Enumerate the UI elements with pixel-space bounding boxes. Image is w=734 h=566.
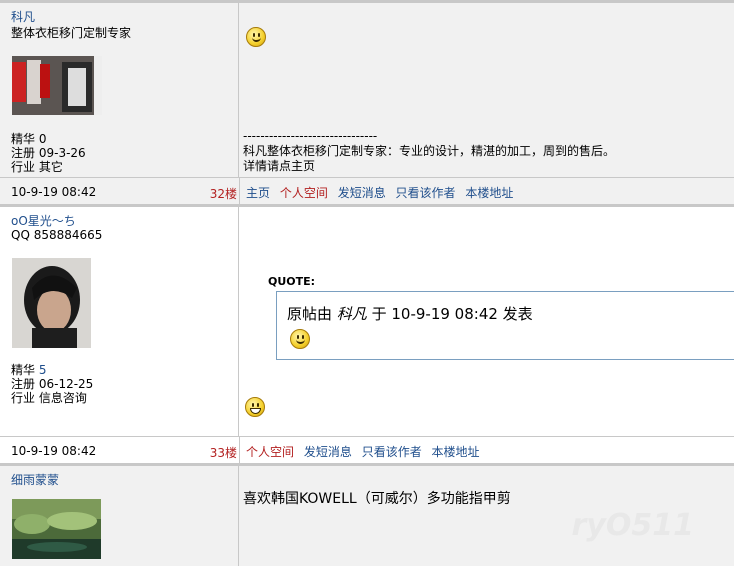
author-title: 整体衣柜移门定制专家 bbox=[11, 26, 132, 40]
post-date: 10-9-19 08:42 bbox=[11, 185, 97, 199]
quote-suffix: 于 10-9-19 08:42 发表 bbox=[371, 305, 533, 323]
quote-prefix: 原帖由 bbox=[287, 305, 333, 323]
floor-number[interactable]: 32楼 bbox=[210, 185, 237, 202]
signature: ------------------------------- 科凡整体衣柜移门… bbox=[243, 129, 615, 174]
send-message-link[interactable]: 发短消息 bbox=[304, 445, 352, 459]
author-panel: oO星光〜ち QQ 858884665 精华 5 注册 06-12-25 行业 … bbox=[0, 207, 239, 436]
post-footer-33: 10-9-19 08:42 33楼 个人空间 发短消息 只看该作者 本楼地址 bbox=[0, 436, 734, 464]
author-name[interactable]: oO星光〜ち bbox=[11, 212, 76, 229]
quote-box: 原帖由 科凡 于 10-9-19 08:42 发表 bbox=[276, 291, 734, 360]
personal-space-link[interactable]: 个人空间 bbox=[280, 186, 328, 200]
avatar[interactable] bbox=[12, 499, 101, 559]
floor-number[interactable]: 33楼 bbox=[210, 444, 237, 461]
quote-text: 原帖由 科凡 于 10-9-19 08:42 发表 bbox=[287, 303, 533, 324]
author-name[interactable]: 细雨蒙蒙 bbox=[11, 471, 59, 488]
post-content: 喜欢韩国KOWELL（可威尔）多功能指甲剪 bbox=[243, 491, 511, 507]
essence-label: 精华 bbox=[11, 132, 36, 146]
floor-address-link[interactable]: 本楼地址 bbox=[432, 445, 480, 459]
post-footer-32: 10-9-19 08:42 32楼 主页 个人空间 发短消息 只看该作者 本楼地… bbox=[0, 177, 734, 205]
author-stats: 精华 5 注册 06-12-25 行业 信息咨询 bbox=[11, 363, 93, 405]
industry-value: 其它 bbox=[38, 160, 63, 174]
post-date: 10-9-19 08:42 bbox=[11, 444, 97, 458]
post-32: 科凡 整体衣柜移门定制专家 精华 0 注册 09-3-26 行业 其它 ----… bbox=[0, 0, 734, 177]
smile-emoticon-icon bbox=[290, 329, 310, 349]
avatar[interactable] bbox=[12, 56, 102, 115]
smile-emoticon-icon bbox=[246, 27, 266, 47]
quote-label: QUOTE: bbox=[268, 275, 316, 288]
register-value: 09-3-26 bbox=[38, 146, 86, 160]
send-message-link[interactable]: 发短消息 bbox=[338, 186, 386, 200]
avatar[interactable] bbox=[12, 258, 91, 348]
register-label: 注册 bbox=[11, 377, 36, 391]
avatar-image bbox=[12, 499, 101, 559]
homepage-link[interactable]: 主页 bbox=[246, 186, 270, 200]
grin-emoticon-icon bbox=[245, 397, 265, 417]
industry-label: 行业 bbox=[11, 391, 36, 405]
floor-address-link[interactable]: 本楼地址 bbox=[465, 186, 513, 200]
author-stats: 精华 0 注册 09-3-26 行业 其它 bbox=[11, 132, 86, 174]
essence-label: 精华 bbox=[11, 363, 36, 377]
essence-value: 0 bbox=[38, 132, 47, 146]
only-author-link[interactable]: 只看该作者 bbox=[396, 186, 456, 200]
essence-value[interactable]: 5 bbox=[39, 363, 47, 377]
author-name[interactable]: 科凡 bbox=[11, 8, 35, 25]
register-value: 06-12-25 bbox=[38, 377, 94, 391]
industry-value: 信息咨询 bbox=[38, 391, 87, 405]
quote-author: 科凡 bbox=[336, 305, 367, 323]
site-watermark: ryO511 bbox=[571, 508, 694, 543]
only-author-link[interactable]: 只看该作者 bbox=[362, 445, 422, 459]
industry-label: 行业 bbox=[11, 160, 36, 174]
author-panel: 科凡 整体衣柜移门定制专家 精华 0 注册 09-3-26 行业 其它 bbox=[0, 3, 239, 177]
avatar-image bbox=[12, 258, 91, 348]
signature-rule: ------------------------------- bbox=[243, 129, 378, 143]
avatar-image bbox=[12, 56, 102, 115]
personal-space-link[interactable]: 个人空间 bbox=[246, 445, 294, 459]
post-links: 主页 个人空间 发短消息 只看该作者 本楼地址 bbox=[246, 184, 519, 201]
signature-line1: 科凡整体衣柜移门定制专家：专业的设计，精湛的加工，周到的售后。 bbox=[243, 144, 616, 158]
post-links: 个人空间 发短消息 只看该作者 本楼地址 bbox=[246, 443, 486, 460]
signature-line2: 详情请点主页 bbox=[243, 159, 316, 173]
author-qq: QQ 858884665 bbox=[11, 228, 103, 242]
register-label: 注册 bbox=[11, 146, 36, 160]
author-panel: 细雨蒙蒙 bbox=[0, 466, 239, 566]
